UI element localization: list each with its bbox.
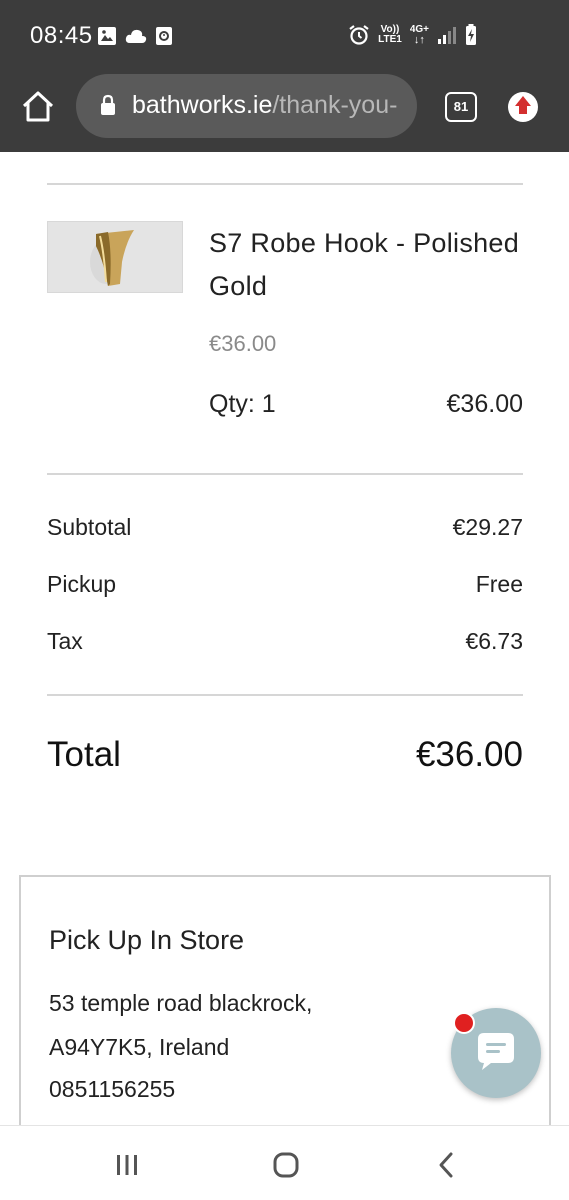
home-icon[interactable] — [20, 88, 56, 124]
url-domain: bathworks.ie — [132, 91, 273, 119]
quantity: Qty: 1 — [209, 390, 276, 418]
pickup-address-line1: 53 temple road blackrock, — [49, 990, 313, 1016]
pickup-label: Pickup — [47, 571, 117, 597]
battery-charging-icon — [466, 24, 476, 45]
subtotal-value: €29.27 — [452, 514, 523, 540]
alarm-icon — [349, 25, 369, 45]
subtotal-label: Subtotal — [47, 514, 132, 540]
robe-hook-icon — [48, 222, 182, 292]
tab-count: 81 — [453, 99, 469, 114]
browser-toolbar: bathworks.ie/thank-you- 81 — [0, 72, 569, 152]
signal-icon — [438, 27, 456, 44]
line-price: €36.00 — [446, 390, 523, 418]
divider — [47, 694, 523, 696]
url-bar[interactable]: bathworks.ie/thank-you- — [76, 74, 417, 138]
url-path: /thank-you- — [272, 91, 398, 119]
android-nav-bar — [0, 1125, 569, 1200]
cloud-icon — [125, 29, 147, 43]
pickup-title: Pick Up In Store — [49, 925, 245, 955]
tax-value: €6.73 — [465, 628, 523, 654]
home-nav-icon[interactable] — [272, 1151, 300, 1179]
total-label: Total — [47, 735, 121, 774]
pickup-address-line2: A94Y7K5, Ireland — [49, 1034, 230, 1060]
gallery-icon — [98, 27, 116, 45]
network-bottom: LTE1 — [378, 34, 402, 45]
tax-label: Tax — [47, 628, 83, 654]
lock-icon[interactable] — [100, 94, 116, 116]
pickup-value: Free — [475, 571, 523, 597]
total-value: €36.00 — [415, 735, 523, 774]
status-time: 08:45 — [30, 22, 93, 49]
back-icon[interactable] — [434, 1151, 458, 1179]
status-system-icons: Vo)) LTE1 4G+ ↓↑ — [348, 24, 477, 46]
notification-badge — [453, 1012, 475, 1034]
clock-app-icon — [156, 27, 172, 45]
unit-price: €36.00 — [209, 331, 277, 356]
url-text: bathworks.ie/thank-you- — [132, 91, 397, 120]
product-name[interactable]: S7 Robe Hook - Polished Gold — [209, 222, 529, 308]
data-arrows-icon: ↓↑ — [413, 34, 425, 46]
product-image — [47, 221, 183, 293]
divider — [47, 183, 523, 185]
data-indicator: 4G+ ↓↑ — [410, 25, 429, 46]
tabs-button[interactable]: 81 — [445, 92, 477, 122]
recent-apps-icon[interactable] — [114, 1153, 140, 1177]
pickup-phone[interactable]: 0851156255 — [49, 1076, 175, 1103]
status-notification-icons — [97, 26, 173, 46]
status-bar: 08:45 Vo)) LTE1 4G+ ↓↑ — [0, 0, 569, 72]
upload-icon[interactable] — [508, 92, 538, 122]
network-indicator: Vo)) LTE1 — [378, 25, 402, 45]
divider — [47, 473, 523, 475]
